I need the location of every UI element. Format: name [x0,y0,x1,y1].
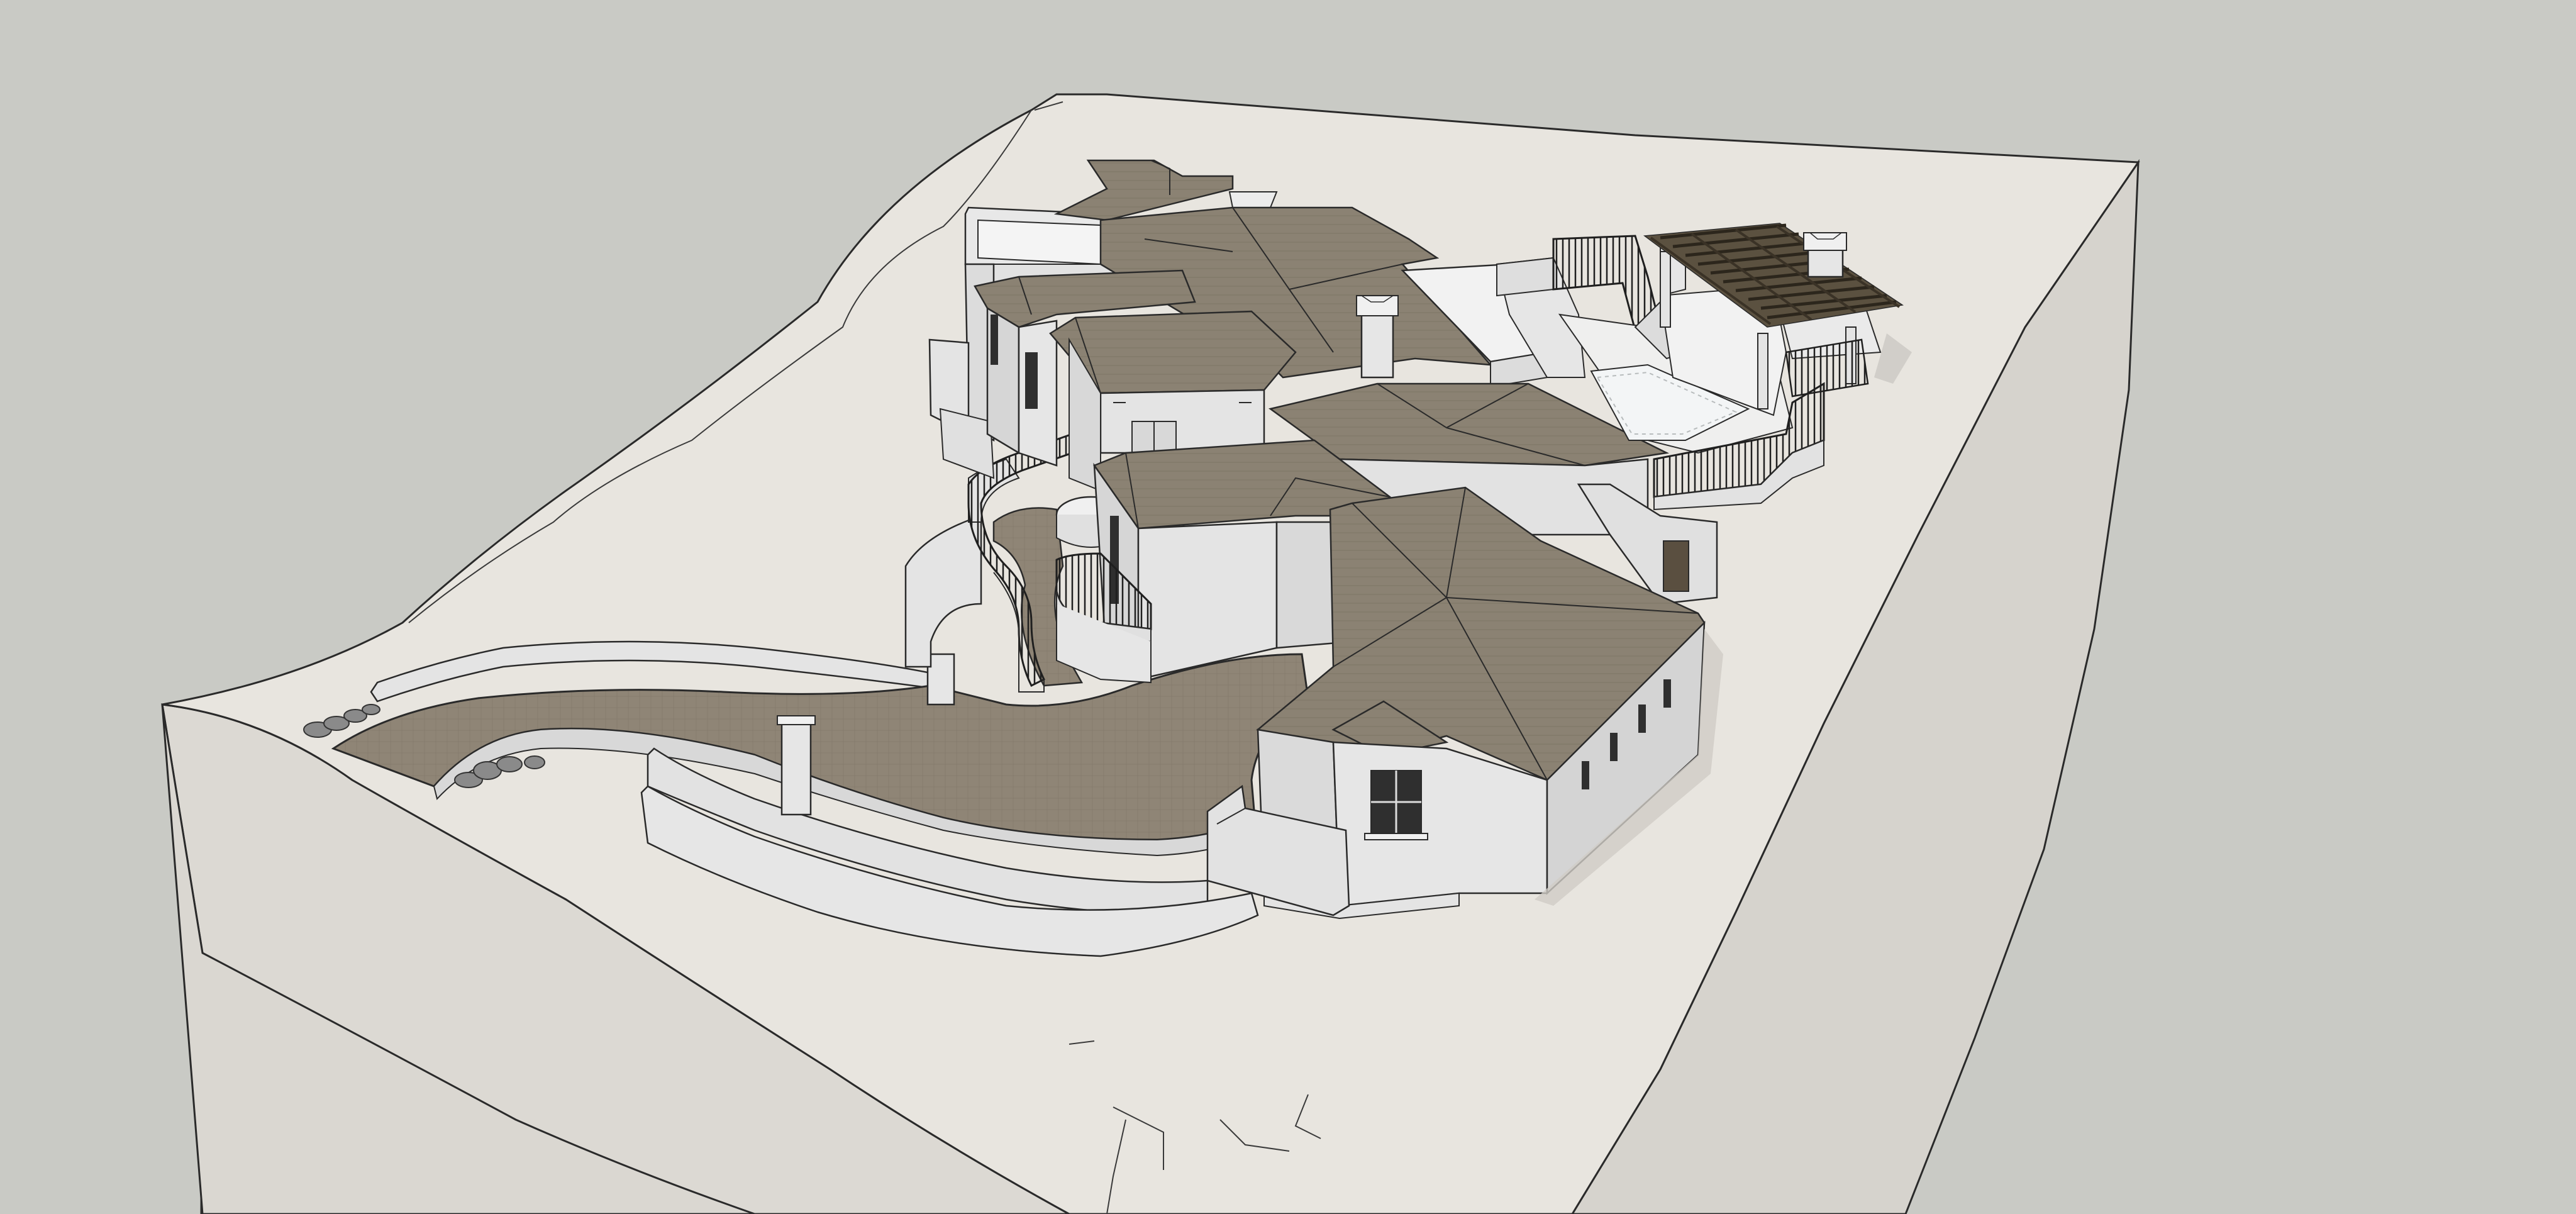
model-viewport[interactable] [0,0,2576,1214]
outdoor-fireplace [1807,247,1844,278]
gate-pillar-2 [926,653,955,706]
chimney-center [1360,313,1394,379]
site-model-scene [161,93,2140,1214]
gate-pillar [780,719,812,816]
